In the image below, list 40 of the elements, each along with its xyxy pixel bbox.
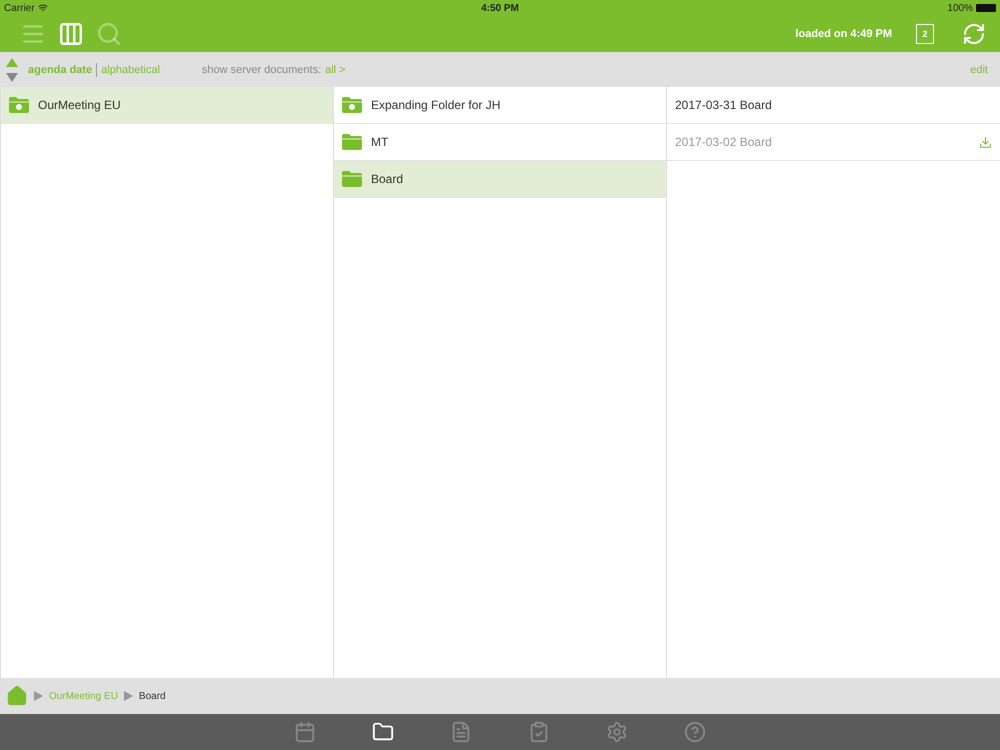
carrier-label: Carrier xyxy=(4,2,35,14)
row-label: Board xyxy=(371,172,404,186)
sort-arrows-icon xyxy=(6,58,18,82)
edit-link[interactable]: edit xyxy=(966,64,992,76)
row-label: Expanding Folder for JH xyxy=(371,98,502,112)
folder-row[interactable]: Board xyxy=(334,161,666,198)
calendar-tab[interactable] xyxy=(294,721,316,743)
sort-option[interactable]: alphabetical xyxy=(97,64,164,76)
breadcrumb-link[interactable]: Board xyxy=(138,690,166,702)
meeting-folder-icon xyxy=(8,96,30,114)
folder-tab[interactable] xyxy=(372,721,394,743)
columns-button[interactable] xyxy=(58,21,84,47)
sort-option[interactable]: agenda date xyxy=(24,64,96,76)
clipboard-check-tab[interactable] xyxy=(528,721,550,743)
folder-row[interactable]: OurMeeting EU xyxy=(1,87,333,124)
status-time: 4:50 PM xyxy=(481,2,519,14)
row-label: 2017-03-02 Board xyxy=(674,135,773,149)
row-label: 2017-03-31 Board xyxy=(674,98,773,112)
download-queue-button[interactable]: 2 xyxy=(916,24,934,44)
search-button[interactable] xyxy=(96,21,122,47)
battery-icon xyxy=(976,4,996,12)
row-label: MT xyxy=(371,135,390,149)
chevron-icon xyxy=(34,691,43,701)
folder-icon xyxy=(341,170,363,188)
server-documents-link[interactable]: all > xyxy=(321,64,350,76)
row-label: OurMeeting EU xyxy=(38,98,122,112)
battery-percent: 100% xyxy=(947,2,973,14)
loaded-time-label: loaded on 4:49 PM xyxy=(795,28,892,40)
help-tab[interactable] xyxy=(684,721,706,743)
settings-tab[interactable] xyxy=(606,721,628,743)
chevron-icon xyxy=(124,691,133,701)
download-icon[interactable] xyxy=(979,136,992,148)
server-documents-label: show server documents: xyxy=(202,64,322,76)
meeting-folder-icon xyxy=(341,96,363,114)
home-icon[interactable] xyxy=(6,685,28,707)
sync-button[interactable] xyxy=(962,22,986,46)
wifi-icon xyxy=(38,3,48,13)
folder-icon xyxy=(341,133,363,151)
document-tab[interactable] xyxy=(450,721,472,743)
breadcrumb-link[interactable]: OurMeeting EU xyxy=(49,690,118,702)
